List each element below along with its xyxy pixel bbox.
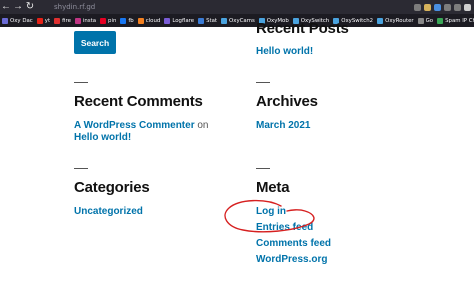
bookmark-favicon-icon	[221, 17, 228, 24]
comment-entry: A WordPress Commenter on	[74, 120, 209, 131]
comments-feed-link[interactable]: Comments feed	[256, 238, 331, 249]
bookmark-item[interactable]: Spam IP Check	[437, 17, 474, 24]
bookmark-item[interactable]: yt	[36, 17, 51, 24]
extension-icon[interactable]	[444, 3, 451, 11]
bookmark-favicon-icon	[377, 17, 384, 24]
bookmark-favicon-icon	[100, 17, 107, 24]
back-icon[interactable]: ←	[0, 0, 12, 14]
bookmark-label: OxyCams	[229, 17, 255, 24]
page-content: Search Recent Posts Hello world! Recent …	[0, 20, 474, 285]
bookmark-label: Logflare	[172, 17, 195, 24]
bookmarks-bar: Oxy Dac yt fire insta pin fb cloud Logflare Stat…	[0, 14, 474, 27]
separator	[74, 82, 88, 83]
bookmark-item[interactable]: insta	[74, 17, 97, 24]
recent-posts-heading: Recent Posts	[256, 20, 349, 37]
bookmark-label: insta	[82, 17, 97, 24]
category-link[interactable]: Uncategorized	[74, 206, 143, 217]
extension-icon[interactable]	[454, 3, 461, 11]
browser-toolbar: ← → ↻ shydin.rf.gd	[0, 0, 474, 14]
wordpress-org-link[interactable]: WordPress.org	[256, 254, 328, 265]
bookmark-label: fb	[128, 17, 134, 24]
extension-icon[interactable]	[434, 3, 441, 11]
bookmark-item[interactable]: pin	[100, 17, 117, 24]
bookmark-item[interactable]: Go	[417, 17, 434, 24]
extension-icon[interactable]	[424, 3, 431, 11]
bookmark-favicon-icon	[54, 17, 61, 24]
bookmark-item[interactable]: cloud	[137, 17, 161, 24]
reload-icon[interactable]: ↻	[24, 0, 36, 14]
bookmark-label: yt	[44, 17, 51, 24]
bookmark-item[interactable]: OxyCams	[221, 17, 255, 24]
bookmark-item[interactable]: Logflare	[164, 17, 195, 24]
comment-post-link[interactable]: Hello world!	[74, 132, 131, 143]
menu-icon[interactable]	[464, 3, 471, 11]
recent-post-link[interactable]: Hello world!	[256, 46, 313, 57]
bookmark-label: cloud	[145, 17, 161, 24]
comment-author-link[interactable]: A WordPress Commenter	[74, 120, 195, 131]
bookmark-favicon-icon	[437, 17, 444, 24]
bookmark-favicon-icon	[137, 17, 144, 24]
separator	[256, 82, 270, 83]
search-button[interactable]: Search	[74, 31, 116, 54]
bookmark-item[interactable]: Oxy Dac	[2, 17, 33, 24]
bookmark-label: fire	[62, 17, 71, 24]
annotation-circle	[224, 199, 315, 233]
bookmark-favicon-icon	[417, 17, 424, 24]
bookmark-favicon-icon	[2, 17, 8, 24]
archive-link[interactable]: March 2021	[256, 120, 310, 131]
separator	[74, 168, 88, 169]
archives-heading: Archives	[256, 93, 318, 110]
address-bar[interactable]: shydin.rf.gd	[54, 3, 95, 11]
meta-heading: Meta	[256, 179, 290, 196]
bookmark-label: OxyRouter	[385, 17, 414, 24]
bookmark-label: Stat	[206, 17, 218, 24]
comment-on-text: on	[197, 120, 209, 131]
bookmark-item[interactable]: Stat	[198, 17, 218, 24]
bookmark-label: pin	[108, 17, 117, 24]
bookmark-item[interactable]: fb	[120, 17, 134, 24]
bookmark-item[interactable]: OxyRouter	[377, 17, 414, 24]
separator	[256, 168, 270, 169]
forward-icon[interactable]: →	[12, 0, 24, 14]
bookmark-label: Spam IP Check	[445, 17, 474, 24]
bookmark-favicon-icon	[164, 17, 171, 24]
bookmark-favicon-icon	[120, 17, 127, 24]
bookmark-favicon-icon	[36, 17, 43, 24]
bookmark-item[interactable]: fire	[54, 17, 71, 24]
bookmark-favicon-icon	[74, 17, 81, 24]
recent-comments-heading: Recent Comments	[74, 93, 203, 110]
extension-icon[interactable]	[414, 3, 421, 11]
bookmark-label: Oxy Dac	[10, 17, 33, 24]
bookmark-label: Go	[425, 17, 434, 24]
categories-heading: Categories	[74, 179, 150, 196]
bookmark-favicon-icon	[198, 17, 205, 24]
